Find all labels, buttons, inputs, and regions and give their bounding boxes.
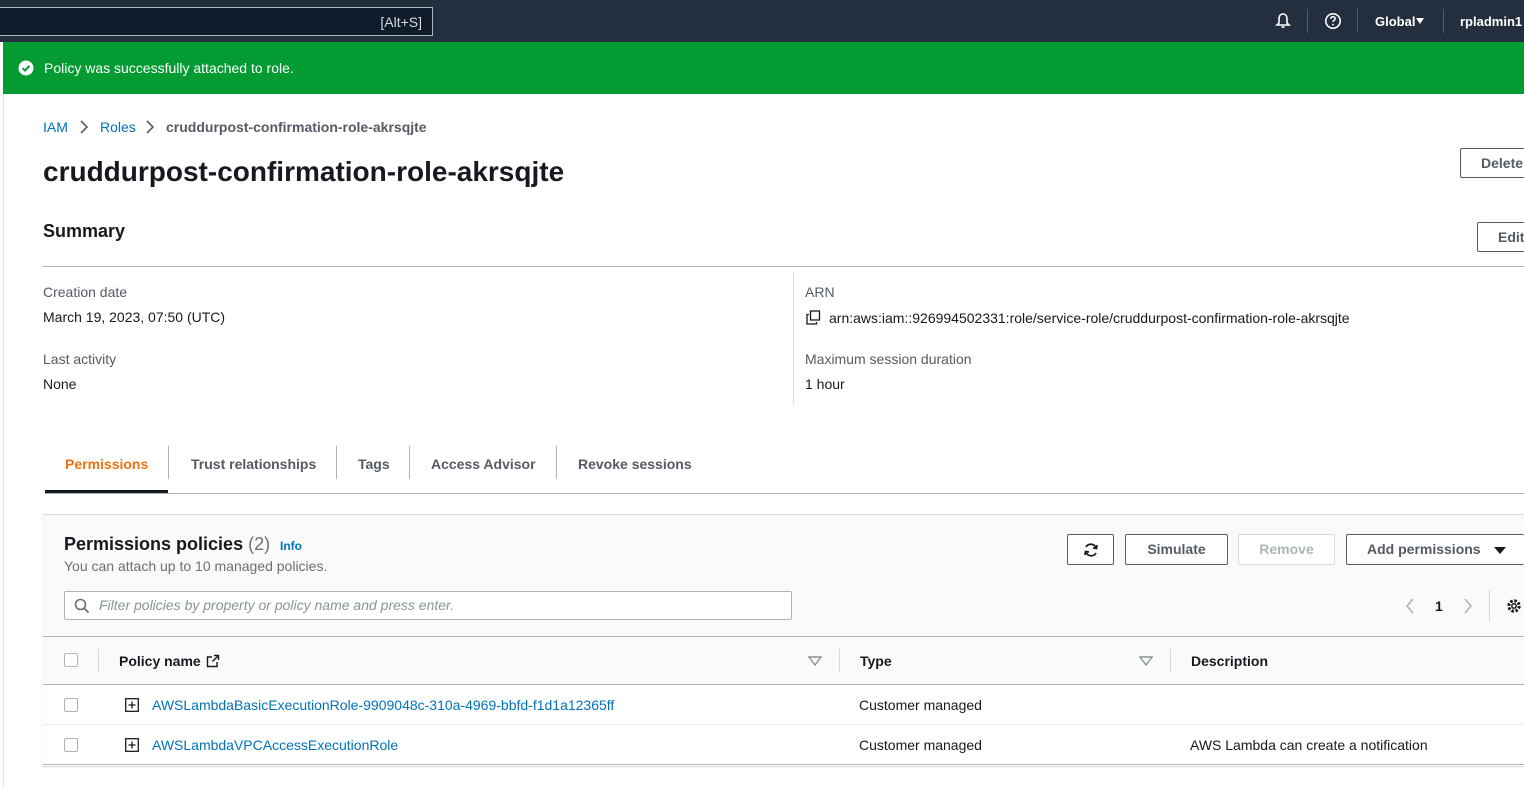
- tab-divider: [409, 446, 410, 479]
- arn-label: ARN: [805, 284, 835, 300]
- page-title: cruddurpost-confirmation-role-akrsqjte: [43, 156, 565, 187]
- tab-divider: [556, 446, 557, 479]
- breadcrumb-current: cruddurpost-confirmation-role-akrsqjte: [166, 119, 427, 135]
- sort-down-icon[interactable]: [808, 656, 822, 666]
- tab-revoke-sessions[interactable]: Revoke sessions: [578, 456, 692, 472]
- panel-title: Permissions policies (2): [64, 534, 270, 555]
- creation-date-value: March 19, 2023, 07:50 (UTC): [43, 309, 226, 325]
- policy-description: AWS Lambda can create a notification: [1190, 737, 1428, 753]
- panel-header: Permissions policies (2) Info You can at…: [43, 515, 1524, 636]
- tab-divider: [336, 446, 337, 479]
- creation-date-label: Creation date: [43, 284, 128, 300]
- current-page[interactable]: 1: [1435, 598, 1443, 614]
- policy-name-link[interactable]: AWSLambdaVPCAccessExecutionRole: [152, 737, 398, 753]
- policy-filter[interactable]: [64, 591, 792, 620]
- breadcrumb-roles[interactable]: Roles: [100, 119, 136, 135]
- policy-name-link[interactable]: AWSLambdaBasicExecutionRole-9909048c-310…: [152, 697, 614, 713]
- add-permissions-button[interactable]: Add permissions: [1346, 534, 1524, 565]
- add-permissions-label: Add permissions: [1367, 541, 1481, 557]
- nav-divider: [1443, 9, 1444, 33]
- table-row: AWSLambdaVPCAccessExecutionRole Customer…: [43, 725, 1524, 765]
- filter-input[interactable]: [99, 597, 779, 613]
- search-shortcut-hint: [Alt+S]: [380, 14, 422, 30]
- gear-icon[interactable]: [1505, 597, 1523, 615]
- delete-button[interactable]: Delete: [1460, 148, 1524, 178]
- content-edge: [3, 94, 4, 788]
- account-menu[interactable]: rpladmin1 @: [1460, 14, 1524, 29]
- caret-down-icon: [1494, 547, 1506, 554]
- last-activity-value: None: [43, 376, 77, 392]
- max-session-value: 1 hour: [805, 376, 845, 392]
- info-link[interactable]: Info: [280, 539, 302, 553]
- chevron-left-icon[interactable]: [1404, 598, 1416, 614]
- refresh-button[interactable]: [1067, 534, 1114, 565]
- arn-value: arn:aws:iam::926994502331:role/service-r…: [829, 310, 1350, 326]
- simulate-button[interactable]: Simulate: [1125, 534, 1228, 565]
- permissions-policies-panel: Permissions policies (2) Info You can at…: [43, 514, 1524, 766]
- tab-tags[interactable]: Tags: [358, 456, 390, 472]
- flash-message: Policy was successfully attached to role…: [44, 60, 294, 76]
- tab-access-advisor[interactable]: Access Advisor: [431, 456, 536, 472]
- region-caret-icon: [1416, 18, 1424, 24]
- search-icon: [74, 598, 90, 614]
- policy-type: Customer managed: [859, 737, 982, 753]
- summary-title: Summary: [43, 221, 126, 241]
- column-divider: [1170, 649, 1171, 673]
- last-activity-label: Last activity: [43, 351, 117, 367]
- breadcrumb-iam[interactable]: IAM: [43, 119, 68, 135]
- refresh-icon: [1084, 543, 1098, 557]
- success-check-icon: [18, 60, 34, 76]
- chevron-right-icon[interactable]: [1462, 598, 1474, 614]
- edit-button[interactable]: Edit: [1477, 222, 1524, 252]
- expand-plus-icon[interactable]: [125, 738, 139, 752]
- row-checkbox[interactable]: [64, 738, 78, 752]
- nav-divider: [1357, 9, 1358, 33]
- select-all-checkbox[interactable]: [64, 653, 78, 667]
- tab-divider: [168, 446, 169, 479]
- column-divider: [839, 649, 840, 673]
- global-search-input[interactable]: [Alt+S]: [0, 7, 433, 36]
- expand-plus-icon[interactable]: [125, 698, 139, 712]
- top-navigation-bar: [Alt+S] Global rpladmin1 @: [0, 0, 1524, 42]
- nav-divider: [1307, 9, 1308, 33]
- notifications-bell-icon[interactable]: [1274, 12, 1292, 30]
- table-row: AWSLambdaBasicExecutionRole-9909048c-310…: [43, 685, 1524, 725]
- column-divider: [98, 649, 99, 673]
- panel-subtitle: You can attach up to 10 managed policies…: [64, 558, 328, 574]
- chevron-right-icon: [146, 120, 155, 134]
- policy-type: Customer managed: [859, 697, 982, 713]
- help-icon[interactable]: [1324, 12, 1342, 30]
- divider: [43, 266, 1524, 267]
- tabs-divider: [45, 493, 1524, 494]
- column-type[interactable]: Type: [860, 653, 892, 669]
- external-link-icon: [206, 654, 220, 668]
- pagination-divider: [1489, 590, 1490, 622]
- column-policy-name[interactable]: Policy name: [119, 653, 201, 669]
- success-flash-banner: Policy was successfully attached to role…: [3, 42, 1524, 94]
- column-divider: [793, 272, 794, 404]
- column-description[interactable]: Description: [1191, 653, 1268, 669]
- tab-permissions[interactable]: Permissions: [65, 456, 148, 472]
- region-selector[interactable]: Global: [1375, 14, 1415, 29]
- max-session-label: Maximum session duration: [805, 351, 972, 367]
- row-checkbox[interactable]: [64, 698, 78, 712]
- tab-trust-relationships[interactable]: Trust relationships: [191, 456, 316, 472]
- chevron-right-icon: [80, 120, 89, 134]
- copy-icon[interactable]: [806, 310, 821, 325]
- panel-title-text: Permissions policies: [64, 534, 244, 554]
- policy-count: (2): [248, 534, 271, 554]
- table-header: Policy name Type Description: [43, 636, 1524, 685]
- remove-button[interactable]: Remove: [1238, 534, 1335, 565]
- sort-down-icon[interactable]: [1139, 656, 1153, 666]
